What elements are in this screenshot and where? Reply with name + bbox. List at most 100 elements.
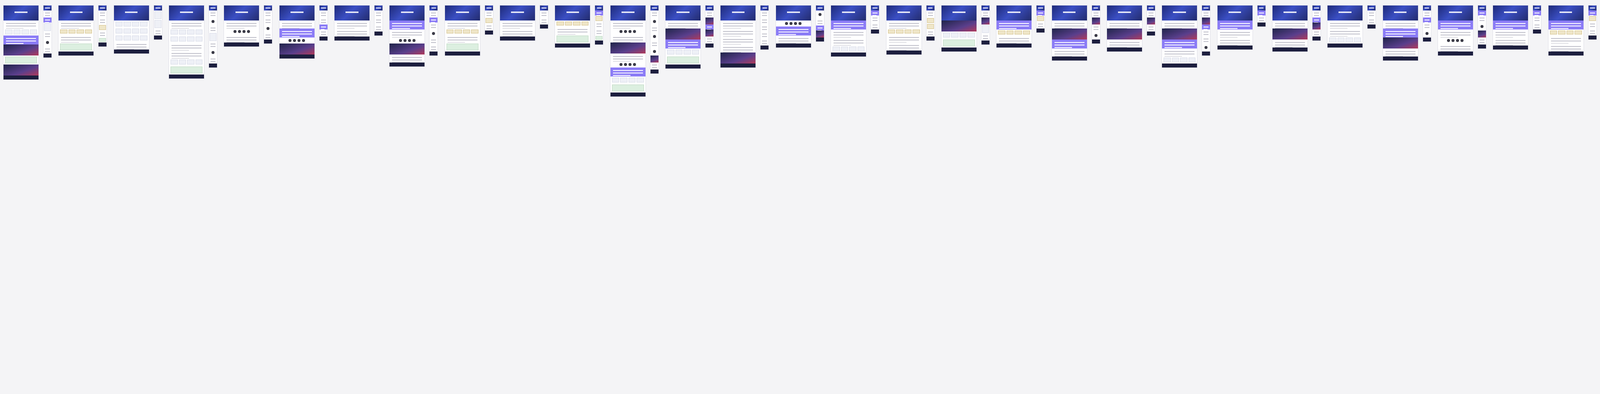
desktop-frame[interactable]: [1272, 5, 1308, 52]
desktop-frame[interactable]: [1327, 5, 1363, 48]
desktop-frame[interactable]: [610, 5, 646, 97]
map-block[interactable]: [170, 66, 203, 74]
desktop-frame[interactable]: [444, 5, 481, 56]
map-block[interactable]: [556, 35, 589, 43]
desktop-frame[interactable]: [996, 5, 1032, 48]
desktop-frame[interactable]: [1548, 5, 1584, 56]
mobile-frame[interactable]: [815, 5, 825, 42]
desktop-frame[interactable]: [334, 5, 370, 41]
mobile-frame[interactable]: [650, 5, 659, 74]
hero-section: [871, 5, 879, 11]
hero-title-bar: [1203, 7, 1209, 9]
footer-section: [279, 54, 315, 59]
mobile-frame[interactable]: [1367, 5, 1376, 29]
text-section: [595, 28, 603, 36]
gold-section: [445, 28, 480, 35]
map-block[interactable]: [446, 43, 479, 51]
card-box: [30, 29, 38, 35]
desktop-frame[interactable]: [941, 5, 977, 52]
text-section: [720, 20, 756, 29]
mobile-frame[interactable]: [319, 5, 328, 41]
text-section: [264, 32, 272, 40]
card-box: [115, 35, 123, 41]
desktop-frame[interactable]: [1382, 5, 1419, 61]
mobile-frame[interactable]: [705, 5, 714, 48]
map-block[interactable]: [595, 36, 603, 40]
desktop-frame[interactable]: [1492, 5, 1529, 50]
mobile-frame[interactable]: [43, 5, 52, 58]
mobile-frame[interactable]: [1422, 5, 1432, 42]
desktop-frame[interactable]: [113, 5, 150, 54]
photo-section: [705, 29, 714, 37]
desktop-frame[interactable]: [1437, 5, 1474, 56]
desktop-frame[interactable]: [3, 5, 39, 80]
text-line: [1314, 31, 1319, 33]
footer-section: [1036, 28, 1045, 33]
gold-box: [896, 29, 904, 34]
map-block[interactable]: [99, 38, 106, 42]
mobile-frame[interactable]: [208, 5, 218, 68]
desktop-frame[interactable]: [279, 5, 315, 59]
mobile-frame[interactable]: [153, 5, 163, 40]
desktop-frame[interactable]: [1161, 5, 1198, 68]
avatar-row: [651, 18, 658, 25]
map-block[interactable]: [60, 43, 92, 51]
map-block[interactable]: [612, 84, 644, 92]
mobile-frame[interactable]: [981, 5, 990, 45]
desktop-frame[interactable]: [1051, 5, 1088, 61]
desktop-frame[interactable]: [1106, 5, 1143, 52]
card-box-row: [943, 32, 975, 38]
text-line: [541, 15, 547, 16]
desktop-frame[interactable]: [168, 5, 205, 79]
mobile-frame[interactable]: [429, 5, 438, 56]
gold-box-row: [927, 18, 934, 23]
mobile-frame[interactable]: [374, 5, 383, 36]
mobile-frame[interactable]: [870, 5, 880, 34]
map-block[interactable]: [5, 56, 37, 64]
text-line: [1424, 27, 1430, 28]
mobile-frame[interactable]: [1036, 5, 1045, 33]
desktop-frame[interactable]: [223, 5, 260, 47]
mobile-frame[interactable]: [1091, 5, 1101, 44]
text-section: [1092, 24, 1100, 32]
mobile-frame[interactable]: [1532, 5, 1542, 34]
text-line: [652, 30, 657, 31]
desktop-frame[interactable]: [499, 5, 536, 41]
mobile-frame[interactable]: [484, 5, 494, 35]
map-block[interactable]: [943, 39, 975, 47]
mobile-frame[interactable]: [1201, 5, 1211, 56]
map-block[interactable]: [667, 56, 699, 64]
mobile-frame[interactable]: [594, 5, 604, 45]
mobile-frame[interactable]: [1257, 5, 1266, 27]
mobile-frame[interactable]: [1588, 5, 1597, 40]
mobile-frame[interactable]: [1146, 5, 1156, 36]
mobile-frame[interactable]: [760, 5, 769, 50]
text-section: [279, 20, 315, 29]
mobile-frame[interactable]: [1477, 5, 1487, 49]
text-line: [541, 12, 547, 14]
mobile-frame[interactable]: [1312, 5, 1321, 41]
text-line: [502, 31, 533, 32]
mobile-frame[interactable]: [263, 5, 273, 44]
desktop-frame[interactable]: [58, 5, 94, 56]
desktop-frame[interactable]: [720, 5, 756, 68]
design-canvas[interactable]: [0, 0, 1600, 97]
mobile-frame[interactable]: [926, 5, 935, 41]
desktop-frame[interactable]: [830, 5, 867, 57]
hero-title-bar: [290, 11, 304, 13]
text-line: [1054, 53, 1085, 55]
gold-section: [926, 17, 935, 24]
text-line: [1440, 32, 1471, 33]
desktop-frame[interactable]: [886, 5, 922, 55]
desktop-frame[interactable]: [554, 5, 591, 48]
hero-section: [445, 5, 480, 21]
text-line: [613, 28, 631, 29]
desktop-frame[interactable]: [1217, 5, 1253, 50]
desktop-frame[interactable]: [665, 5, 701, 69]
mobile-frame[interactable]: [539, 5, 549, 29]
desktop-frame[interactable]: [775, 5, 812, 48]
mobile-frame[interactable]: [98, 5, 107, 47]
footer-section: [500, 36, 535, 41]
desktop-frame[interactable]: [389, 5, 425, 67]
avatar-icon: [624, 63, 627, 66]
